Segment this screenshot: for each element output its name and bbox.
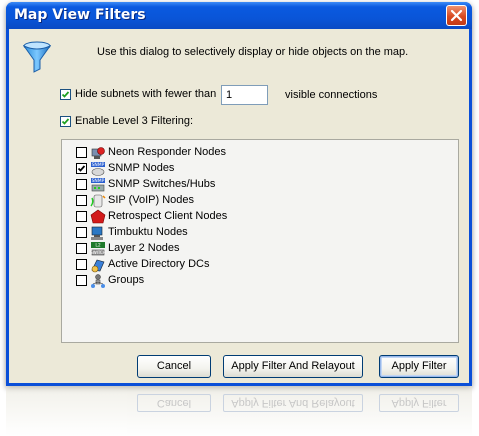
filter-checkbox[interactable] [76, 163, 87, 174]
filter-checkbox[interactable] [76, 147, 87, 158]
svg-text:L2: L2 [95, 243, 101, 249]
filter-checkbox[interactable] [76, 195, 87, 206]
filter-funnel-icon [23, 41, 51, 73]
filter-checkbox[interactable] [76, 275, 87, 286]
checkmark-icon [61, 118, 70, 125]
filter-checkbox[interactable] [76, 179, 87, 190]
filter-list-panel: Neon Responder Nodes SNMP SNMP Nodes SNMP SN… [61, 139, 459, 343]
snmp-icon: SNMP [91, 162, 105, 176]
title-bar[interactable]: Map View Filters [6, 2, 472, 29]
close-button[interactable] [446, 5, 467, 26]
instructions-text: Use this dialog to selectively display o… [97, 46, 409, 58]
filter-label: Active Directory DCs [108, 258, 210, 270]
neon-responder-icon [91, 147, 105, 159]
timbuktu-icon [91, 226, 103, 240]
filter-checkbox[interactable] [76, 243, 87, 254]
sip-phone-icon [90, 194, 106, 208]
level3-filtering-checkbox[interactable] [60, 116, 71, 127]
svg-text:SNMP: SNMP [92, 178, 105, 184]
close-icon [450, 9, 463, 22]
svg-text:SNMP: SNMP [92, 162, 105, 168]
dialog-reflection: Cancel Apply Filter And Relayout Apply F… [6, 386, 472, 436]
checkmark-icon [61, 91, 70, 98]
svg-text:SWITCH: SWITCH [90, 250, 106, 255]
apply-filter-button[interactable]: Apply Filter [379, 355, 459, 378]
cancel-button-reflection: Cancel [137, 394, 211, 412]
layer2-icon: L2SWITCH [90, 242, 106, 256]
apply-button-reflection: Apply Filter [379, 394, 459, 412]
switch-icon: SNMP [91, 178, 105, 192]
checkmark-icon [77, 165, 86, 172]
filter-label: SNMP Switches/Hubs [108, 178, 216, 190]
hide-subnets-label: Hide subnets with fewer than [75, 88, 217, 100]
filter-label: Timbuktu Nodes [108, 226, 188, 238]
filter-label: SIP (VoIP) Nodes [108, 194, 195, 206]
window-title: Map View Filters [14, 7, 146, 23]
filter-checkbox[interactable] [76, 211, 87, 222]
filter-checkbox[interactable] [76, 259, 87, 270]
dialog-body: Use this dialog to selectively display o… [9, 29, 469, 383]
cancel-button[interactable]: Cancel [137, 355, 211, 378]
filter-label: Groups [108, 274, 145, 286]
apply-filter-relayout-button[interactable]: Apply Filter And Relayout [223, 355, 363, 378]
filter-checkbox[interactable] [76, 227, 87, 238]
filter-label: SNMP Nodes [108, 162, 175, 174]
active-directory-icon [91, 259, 105, 273]
min-connections-input[interactable] [221, 85, 268, 105]
filter-label: Layer 2 Nodes [108, 242, 180, 254]
hide-subnets-checkbox[interactable] [60, 89, 71, 100]
map-view-filters-dialog: Map View Filters Use this dialog to sele… [6, 2, 472, 386]
filter-label: Neon Responder Nodes [108, 146, 227, 158]
filter-label: Retrospect Client Nodes [108, 210, 228, 222]
level3-filtering-label: Enable Level 3 Filtering: [75, 115, 194, 127]
apply-relayout-button-reflection: Apply Filter And Relayout [223, 394, 363, 412]
retrospect-icon [90, 209, 106, 224]
visible-connections-label: visible connections [285, 89, 378, 101]
groups-icon [91, 274, 105, 288]
